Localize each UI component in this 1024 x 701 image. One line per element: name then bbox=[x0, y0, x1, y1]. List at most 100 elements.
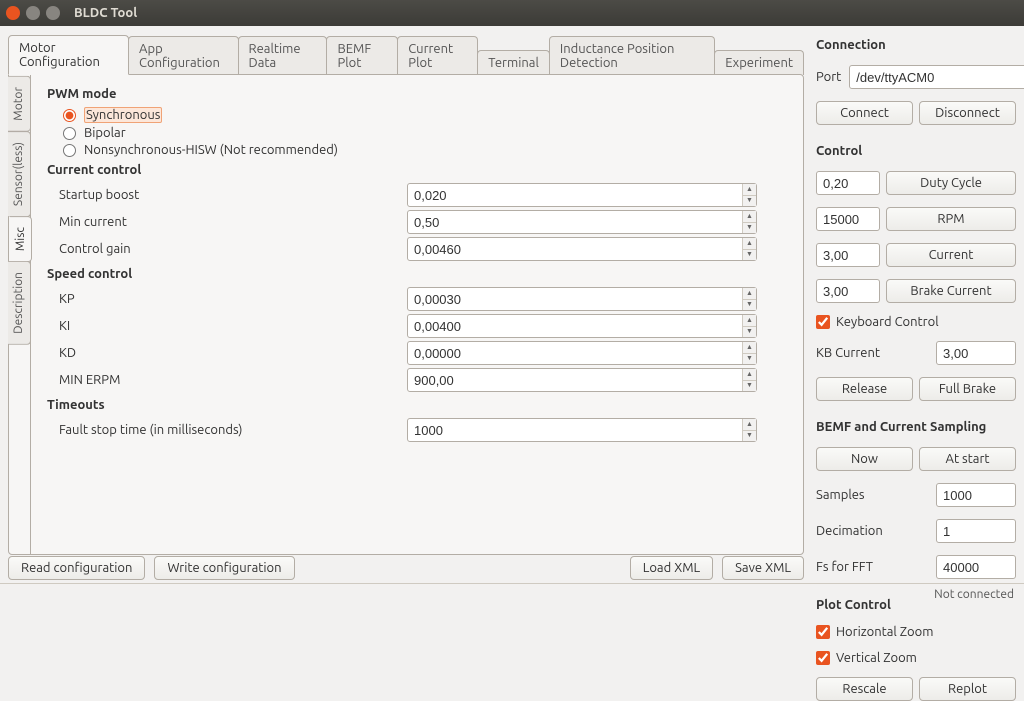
chevron-down-icon[interactable]: ▼ bbox=[743, 300, 756, 311]
ki-input[interactable] bbox=[408, 315, 742, 337]
control-gain-spinbox[interactable]: ▲▼ bbox=[407, 237, 757, 261]
min-current-spinbox[interactable]: ▲▼ bbox=[407, 210, 757, 234]
side-tab-sensorless[interactable]: Sensor(less) bbox=[8, 131, 31, 217]
kd-input[interactable] bbox=[408, 342, 742, 364]
kb-current-label: KB Current bbox=[816, 346, 880, 360]
kb-current-input[interactable] bbox=[937, 342, 1024, 364]
chevron-up-icon[interactable]: ▲ bbox=[743, 288, 756, 300]
ki-label: KI bbox=[47, 319, 407, 333]
startup-boost-input[interactable] bbox=[408, 184, 742, 206]
connect-button[interactable]: Connect bbox=[816, 101, 913, 125]
kd-spinbox[interactable]: ▲▼ bbox=[407, 341, 757, 365]
keyboard-control-label: Keyboard Control bbox=[836, 315, 939, 329]
decimation-spinbox[interactable]: ▲▼ bbox=[936, 519, 1016, 543]
chevron-up-icon[interactable]: ▲ bbox=[743, 211, 756, 223]
tab-motor-configuration[interactable]: Motor Configuration bbox=[8, 35, 129, 75]
chevron-down-icon[interactable]: ▼ bbox=[743, 354, 756, 365]
side-tab-misc[interactable]: Misc bbox=[9, 216, 32, 262]
min-erpm-spinbox[interactable]: ▲▼ bbox=[407, 368, 757, 392]
pwm-option-label: Synchronous bbox=[84, 107, 162, 123]
current-button[interactable]: Current bbox=[886, 243, 1016, 267]
chevron-up-icon[interactable]: ▲ bbox=[743, 238, 756, 250]
save-xml-button[interactable]: Save XML bbox=[722, 556, 804, 580]
disconnect-button[interactable]: Disconnect bbox=[919, 101, 1016, 125]
chevron-up-icon[interactable]: ▲ bbox=[743, 342, 756, 354]
tab-experiment[interactable]: Experiment bbox=[714, 50, 804, 75]
keyboard-control-checkbox[interactable] bbox=[816, 315, 830, 329]
kb-current-spinbox[interactable]: ▲▼ bbox=[936, 341, 1016, 365]
tab-app-configuration[interactable]: App Configuration bbox=[128, 36, 238, 75]
min-erpm-input[interactable] bbox=[408, 369, 742, 391]
samples-label: Samples bbox=[816, 488, 865, 502]
control-gain-input[interactable] bbox=[408, 238, 742, 260]
hzoom-checkbox[interactable] bbox=[816, 625, 830, 639]
radio-icon[interactable] bbox=[63, 109, 76, 122]
brake-spinbox[interactable]: ▲▼ bbox=[816, 279, 880, 303]
min-current-label: Min current bbox=[47, 215, 407, 229]
pwm-bipolar-radio[interactable]: Bipolar bbox=[63, 126, 787, 140]
full-brake-button[interactable]: Full Brake bbox=[919, 377, 1016, 401]
minimize-icon[interactable] bbox=[26, 6, 40, 20]
chevron-down-icon[interactable]: ▼ bbox=[743, 381, 756, 392]
bemf-title: BEMF and Current Sampling bbox=[816, 420, 1016, 434]
pwm-option-label: Nonsynchronous-HISW (Not recommended) bbox=[84, 143, 338, 157]
close-icon[interactable] bbox=[6, 6, 20, 20]
release-button[interactable]: Release bbox=[816, 377, 913, 401]
pwm-nonsync-radio[interactable]: Nonsynchronous-HISW (Not recommended) bbox=[63, 143, 787, 157]
read-configuration-button[interactable]: Read configuration bbox=[8, 556, 145, 580]
startup-boost-spinbox[interactable]: ▲▼ bbox=[407, 183, 757, 207]
top-tab-strip: Motor Configuration App Configuration Re… bbox=[8, 34, 804, 74]
fault-stop-spinbox[interactable]: ▲▼ bbox=[407, 418, 757, 442]
chevron-down-icon[interactable]: ▼ bbox=[743, 431, 756, 442]
min-current-input[interactable] bbox=[408, 211, 742, 233]
kp-spinbox[interactable]: ▲▼ bbox=[407, 287, 757, 311]
radio-icon[interactable] bbox=[63, 144, 76, 157]
tab-realtime-data[interactable]: Realtime Data bbox=[238, 36, 328, 75]
tab-bemf-plot[interactable]: BEMF Plot bbox=[326, 36, 398, 75]
current-ctrl-spinbox[interactable]: ▲▼ bbox=[816, 243, 880, 267]
misc-panel: PWM mode Synchronous Bipolar Nonsynchron… bbox=[30, 75, 803, 554]
rpm-button[interactable]: RPM bbox=[886, 207, 1016, 231]
load-xml-button[interactable]: Load XML bbox=[630, 556, 713, 580]
chevron-down-icon[interactable]: ▼ bbox=[743, 250, 756, 261]
pwm-synchronous-radio[interactable]: Synchronous bbox=[63, 107, 787, 123]
chevron-down-icon[interactable]: ▼ bbox=[743, 196, 756, 207]
ki-spinbox[interactable]: ▲▼ bbox=[407, 314, 757, 338]
chevron-down-icon[interactable]: ▼ bbox=[743, 327, 756, 338]
chevron-up-icon[interactable]: ▲ bbox=[743, 369, 756, 381]
at-start-button[interactable]: At start bbox=[919, 447, 1016, 471]
brake-current-button[interactable]: Brake Current bbox=[886, 279, 1016, 303]
duty-spinbox[interactable]: ▲▼ bbox=[816, 171, 880, 195]
kp-input[interactable] bbox=[408, 288, 742, 310]
startup-boost-label: Startup boost bbox=[47, 188, 407, 202]
fault-stop-label: Fault stop time (in milliseconds) bbox=[47, 423, 407, 437]
fault-stop-input[interactable] bbox=[408, 419, 742, 441]
side-tab-motor[interactable]: Motor bbox=[8, 76, 31, 132]
fs-spinbox[interactable]: ▲▼ bbox=[936, 555, 1016, 579]
samples-spinbox[interactable]: ▲▼ bbox=[936, 483, 1016, 507]
vzoom-checkbox[interactable] bbox=[816, 651, 830, 665]
chevron-up-icon[interactable]: ▲ bbox=[743, 315, 756, 327]
maximize-icon[interactable] bbox=[46, 6, 60, 20]
chevron-up-icon[interactable]: ▲ bbox=[743, 184, 756, 196]
tab-inductance-position-detection[interactable]: Inductance Position Detection bbox=[549, 36, 715, 75]
rescale-button[interactable]: Rescale bbox=[816, 677, 913, 701]
tab-terminal[interactable]: Terminal bbox=[477, 50, 550, 75]
chevron-up-icon[interactable]: ▲ bbox=[743, 419, 756, 431]
rpm-spinbox[interactable]: ▲▼ bbox=[816, 207, 880, 231]
now-button[interactable]: Now bbox=[816, 447, 913, 471]
decimation-label: Decimation bbox=[816, 524, 883, 538]
port-input[interactable] bbox=[849, 65, 1024, 89]
duty-cycle-button[interactable]: Duty Cycle bbox=[886, 171, 1016, 195]
control-title: Control bbox=[816, 144, 1016, 158]
side-tab-description[interactable]: Description bbox=[8, 261, 31, 345]
radio-icon[interactable] bbox=[63, 127, 76, 140]
write-configuration-button[interactable]: Write configuration bbox=[154, 556, 294, 580]
replot-button[interactable]: Replot bbox=[919, 677, 1016, 701]
tab-current-plot[interactable]: Current Plot bbox=[397, 36, 478, 75]
decimation-input[interactable] bbox=[937, 520, 1024, 542]
samples-input[interactable] bbox=[937, 484, 1024, 506]
pwm-option-label: Bipolar bbox=[84, 126, 126, 140]
fs-input[interactable] bbox=[937, 556, 1024, 578]
chevron-down-icon[interactable]: ▼ bbox=[743, 223, 756, 234]
